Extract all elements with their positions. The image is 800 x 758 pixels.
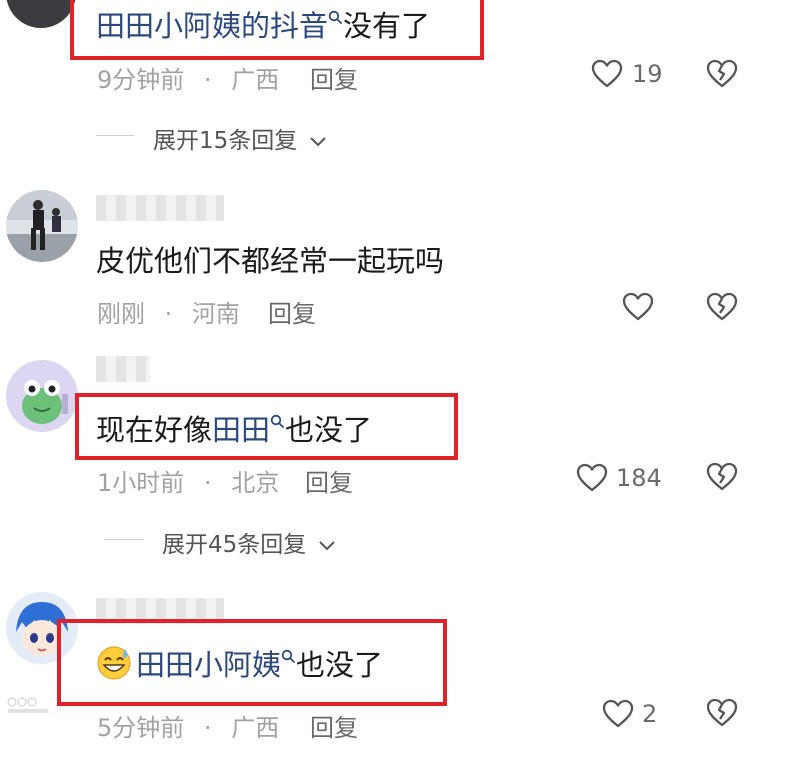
like-count: 184	[616, 464, 662, 492]
avatar[interactable]	[6, 360, 78, 432]
like-button[interactable]	[622, 292, 654, 322]
heart-icon	[576, 463, 608, 493]
location: 广西	[231, 714, 280, 742]
timestamp: 5分钟前	[97, 714, 185, 742]
avatar[interactable]	[6, 0, 76, 28]
location: 北京	[231, 469, 280, 497]
dislike-button[interactable]	[706, 462, 738, 492]
timestamp: 1小时前	[97, 469, 185, 497]
separator: ·	[164, 300, 173, 328]
expand-replies[interactable]: 展开45条回复	[162, 525, 336, 559]
timestamp: 9分钟前	[97, 66, 185, 94]
comment-meta: 1小时前 · 北京	[97, 463, 279, 498]
comment-text: 田田小阿姨的抖音 没有了	[96, 8, 430, 44]
comment-meta: 9分钟前 · 广西	[97, 60, 279, 95]
search-link[interactable]: 田田	[212, 413, 270, 447]
dislike-button[interactable]	[706, 292, 738, 322]
like-button[interactable]: 2	[602, 698, 672, 732]
like-count: 19	[632, 60, 663, 88]
separator: ·	[203, 469, 212, 497]
reply-button[interactable]: 回复	[305, 463, 353, 498]
comment-meta: 刚刚 · 河南	[97, 294, 240, 329]
broken-heart-icon	[706, 698, 738, 728]
reply-button[interactable]: 回复	[310, 60, 358, 95]
comment-text: 皮优他们不都经常一起玩吗	[96, 244, 445, 278]
search-icon	[281, 649, 296, 664]
comment-meta: 5分钟前 · 广西	[97, 708, 279, 743]
comment-rest-text: 也没了	[296, 648, 384, 682]
like-button[interactable]: 184	[576, 462, 676, 496]
heart-icon	[591, 59, 623, 89]
broken-heart-icon	[706, 462, 738, 492]
comment-text: 现在好像田田 也没了	[96, 412, 372, 448]
heart-icon	[602, 699, 634, 729]
expand-label: 展开45条回复	[162, 532, 307, 558]
search-link[interactable]: 田田小阿姨的抖音	[96, 9, 328, 43]
dislike-button[interactable]	[706, 59, 738, 89]
expand-replies[interactable]: 展开15条回复	[153, 121, 327, 155]
avatar[interactable]	[6, 190, 78, 262]
comment-rest-text: 没有了	[343, 9, 431, 43]
search-icon	[270, 414, 285, 429]
comment-rest-text: 也没了	[285, 413, 373, 447]
separator: ·	[203, 66, 212, 94]
username-blurred[interactable]	[96, 195, 224, 221]
watermark-logo	[6, 696, 52, 716]
comment-text: 田田小阿姨 也没了	[96, 645, 383, 683]
like-button[interactable]: 19	[591, 58, 681, 92]
search-icon	[328, 10, 343, 25]
expand-divider	[104, 539, 144, 540]
separator: ·	[203, 714, 212, 742]
heart-icon	[622, 292, 654, 322]
broken-heart-icon	[706, 292, 738, 322]
expand-label: 展开15条回复	[153, 128, 298, 154]
chevron-down-icon	[318, 540, 336, 552]
reply-button[interactable]: 回复	[310, 708, 358, 743]
expand-divider	[96, 135, 134, 136]
location: 河南	[191, 300, 240, 328]
dislike-button[interactable]	[706, 698, 738, 728]
broken-heart-icon	[706, 59, 738, 89]
timestamp: 刚刚	[97, 300, 145, 328]
like-count: 2	[642, 700, 658, 728]
search-link[interactable]: 田田小阿姨	[136, 648, 281, 682]
username-blurred[interactable]	[96, 356, 150, 382]
comment-pre-text: 现在好像	[96, 413, 213, 447]
chevron-down-icon	[309, 136, 327, 148]
reply-button[interactable]: 回复	[268, 294, 316, 329]
grinning-sweat-emoji	[96, 645, 132, 681]
location: 广西	[231, 66, 280, 94]
